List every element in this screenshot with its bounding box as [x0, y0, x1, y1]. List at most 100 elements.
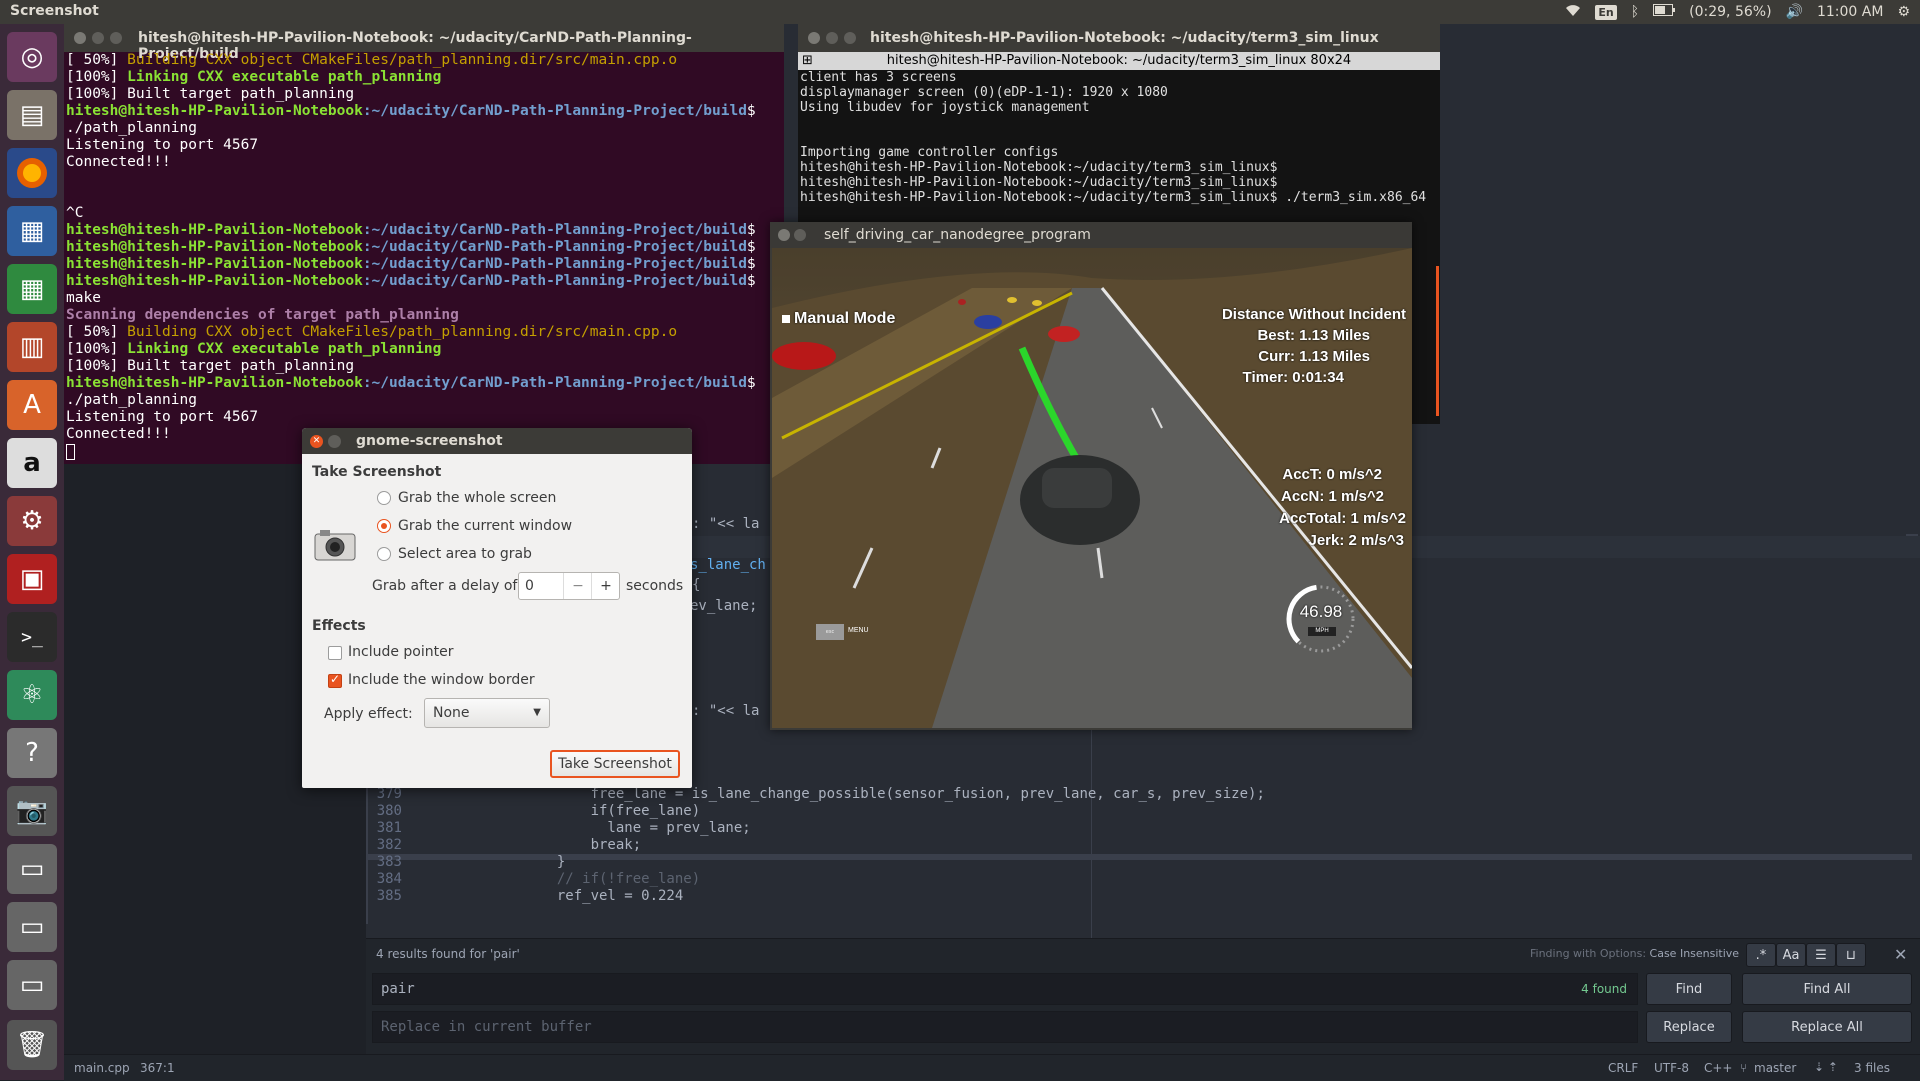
simulator-icon[interactable]: ▣: [7, 554, 57, 604]
calc-icon[interactable]: ▦: [7, 264, 57, 314]
screenshot-icon[interactable]: 📷: [7, 786, 57, 836]
settings-icon[interactable]: ⚙: [7, 496, 57, 546]
help-icon[interactable]: ?: [7, 728, 57, 778]
battery-icon[interactable]: [1653, 4, 1676, 20]
simulator-titlebar[interactable]: self_driving_car_nanodegree_program: [770, 222, 1412, 248]
minimize-button[interactable]: [794, 229, 806, 241]
atom-icon[interactable]: ⚛: [7, 670, 57, 720]
minimize-button[interactable]: [92, 32, 104, 44]
status-line-ending[interactable]: CRLF: [1608, 1061, 1638, 1075]
drive-icon[interactable]: ▭: [7, 844, 57, 894]
terminal-titlebar[interactable]: hitesh@hitesh-HP-Pavilion-Notebook: ~/ud…: [64, 24, 784, 62]
replace-button[interactable]: Replace: [1646, 1011, 1732, 1043]
status-files-count[interactable]: 3 files: [1854, 1061, 1890, 1075]
software-center-icon[interactable]: A: [7, 380, 57, 430]
minimize-button[interactable]: [328, 435, 341, 448]
mode-label[interactable]: Manual Mode: [782, 310, 895, 328]
terminal-line: hitesh@hitesh-HP-Pavilion-Notebook:~/uda…: [800, 160, 1278, 175]
include-pointer-checkbox[interactable]: [328, 646, 342, 660]
include-pointer-label[interactable]: Include pointer: [348, 644, 454, 660]
maximize-button[interactable]: [844, 32, 856, 44]
code-line[interactable]: 385 ref_vel = 0.224: [366, 888, 684, 904]
horizontal-scrollbar[interactable]: [368, 854, 1912, 860]
esc-button[interactable]: esc: [816, 624, 844, 640]
replace-input[interactable]: Replace in current buffer: [372, 1011, 1638, 1043]
delay-value[interactable]: 0: [525, 578, 534, 594]
top-panel: Screenshot En ᛒ (0:29, 56%) 🔊 11:00 AM ⚙: [0, 0, 1920, 24]
chevron-down-icon: ▼: [533, 707, 541, 718]
terminal-text: :~/udacity/CarND-Path-Planning-Project/b…: [362, 375, 747, 391]
status-grammar[interactable]: C++: [1704, 1061, 1733, 1075]
battery-status[interactable]: (0:29, 56%): [1689, 4, 1771, 20]
status-git-branch[interactable]: master: [1754, 1061, 1796, 1075]
terminal-menu-icon[interactable]: ⊞: [802, 52, 813, 70]
grab-whole-screen-label[interactable]: Grab the whole screen: [398, 490, 556, 506]
simulator-viewport[interactable]: Manual Mode Distance Without Incident Be…: [772, 248, 1412, 728]
terminal-output[interactable]: [ 50%] Building CXX object CMakeFiles/pa…: [66, 52, 756, 443]
terminal-window-build[interactable]: hitesh@hitesh-HP-Pavilion-Notebook: ~/ud…: [64, 24, 784, 464]
keyboard-layout-indicator[interactable]: En: [1595, 4, 1617, 20]
terminal-icon[interactable]: >_: [7, 612, 57, 662]
delay-increment-button[interactable]: +: [591, 573, 620, 599]
delay-spinbutton[interactable]: 0 − +: [518, 572, 620, 600]
status-file-name[interactable]: main.cpp: [74, 1061, 130, 1075]
terminal-titlebar[interactable]: hitesh@hitesh-HP-Pavilion-Notebook: ~/ud…: [798, 24, 1440, 52]
grab-current-window-label[interactable]: Grab the current window: [398, 518, 572, 534]
code-line[interactable]: 379 free_lane = is_lane_change_possible(…: [366, 786, 1265, 802]
status-cursor-position[interactable]: 367:1: [140, 1061, 175, 1075]
code-line[interactable]: 381 lane = prev_lane;: [366, 820, 751, 836]
ubuntu-dash-icon[interactable]: ◎: [7, 32, 57, 82]
select-area-radio[interactable]: [377, 547, 391, 561]
status-encoding[interactable]: UTF-8: [1654, 1061, 1689, 1075]
in-selection-toggle-button[interactable]: ☰: [1806, 943, 1836, 967]
code-line[interactable]: 383 }: [366, 854, 566, 870]
amazon-icon[interactable]: a: [7, 438, 57, 488]
close-button[interactable]: ✕: [310, 435, 323, 448]
grab-current-window-radio[interactable]: [377, 519, 391, 533]
grab-whole-screen-radio[interactable]: [377, 491, 391, 505]
impress-icon[interactable]: ▥: [7, 322, 57, 372]
minimize-button[interactable]: [826, 32, 838, 44]
replace-all-button[interactable]: Replace All: [1742, 1011, 1912, 1043]
code-line[interactable]: 382 break;: [366, 837, 641, 853]
clock[interactable]: 11:00 AM: [1817, 4, 1883, 20]
close-button[interactable]: [808, 32, 820, 44]
files-icon[interactable]: ▤: [7, 90, 57, 140]
include-window-border-label[interactable]: Include the window border: [348, 672, 535, 688]
writer-icon[interactable]: ▦: [7, 206, 57, 256]
terminal-output[interactable]: client has 3 screens displaymanager scree…: [800, 70, 1426, 205]
close-button[interactable]: [778, 229, 790, 241]
fetch-arrows-icon[interactable]: ⇣ ⇡: [1814, 1060, 1838, 1074]
close-button[interactable]: [74, 32, 86, 44]
apply-effect-dropdown[interactable]: None ▼: [424, 698, 550, 728]
maximize-button[interactable]: [110, 32, 122, 44]
drive-icon[interactable]: ▭: [7, 902, 57, 952]
delay-decrement-button[interactable]: −: [563, 573, 592, 599]
trash-icon[interactable]: 🗑: [7, 1020, 57, 1070]
dialog-titlebar[interactable]: ✕ gnome-screenshot: [302, 428, 692, 454]
regex-toggle-button[interactable]: .*: [1746, 943, 1776, 967]
find-button[interactable]: Find: [1646, 973, 1732, 1005]
whole-word-toggle-button[interactable]: ⊔: [1836, 943, 1866, 967]
find-all-button[interactable]: Find All: [1742, 973, 1912, 1005]
drive-icon[interactable]: ▭: [7, 960, 57, 1010]
code-line[interactable]: 384 // if(!free_lane): [366, 871, 700, 887]
screenshot-dialog[interactable]: ✕ gnome-screenshot Take Screenshot Grab …: [302, 428, 692, 788]
menu-label[interactable]: MENU: [848, 627, 869, 634]
case-toggle-button[interactable]: Aa: [1776, 943, 1806, 967]
terminal-tab-bar[interactable]: ⊞ hitesh@hitesh-HP-Pavilion-Notebook: ~/…: [798, 52, 1440, 70]
wifi-icon[interactable]: [1565, 3, 1581, 21]
find-input[interactable]: pair 4 found: [372, 973, 1638, 1005]
volume-icon[interactable]: 🔊: [1786, 4, 1803, 20]
gear-icon[interactable]: ⚙: [1897, 4, 1910, 20]
select-area-label[interactable]: Select area to grab: [398, 546, 532, 562]
bluetooth-icon[interactable]: ᛒ: [1631, 4, 1639, 20]
terminal-line: hitesh@hitesh-HP-Pavilion-Notebook:~/uda…: [66, 273, 756, 290]
mode-toggle-icon[interactable]: [782, 315, 790, 323]
close-icon[interactable]: ✕: [1894, 945, 1907, 964]
include-window-border-checkbox[interactable]: [328, 672, 342, 688]
code-line[interactable]: 380 if(free_lane): [366, 803, 700, 819]
firefox-icon[interactable]: [7, 148, 57, 198]
simulator-window[interactable]: self_driving_car_nanodegree_program Manu…: [770, 222, 1412, 730]
take-screenshot-button[interactable]: Take Screenshot: [550, 750, 680, 778]
